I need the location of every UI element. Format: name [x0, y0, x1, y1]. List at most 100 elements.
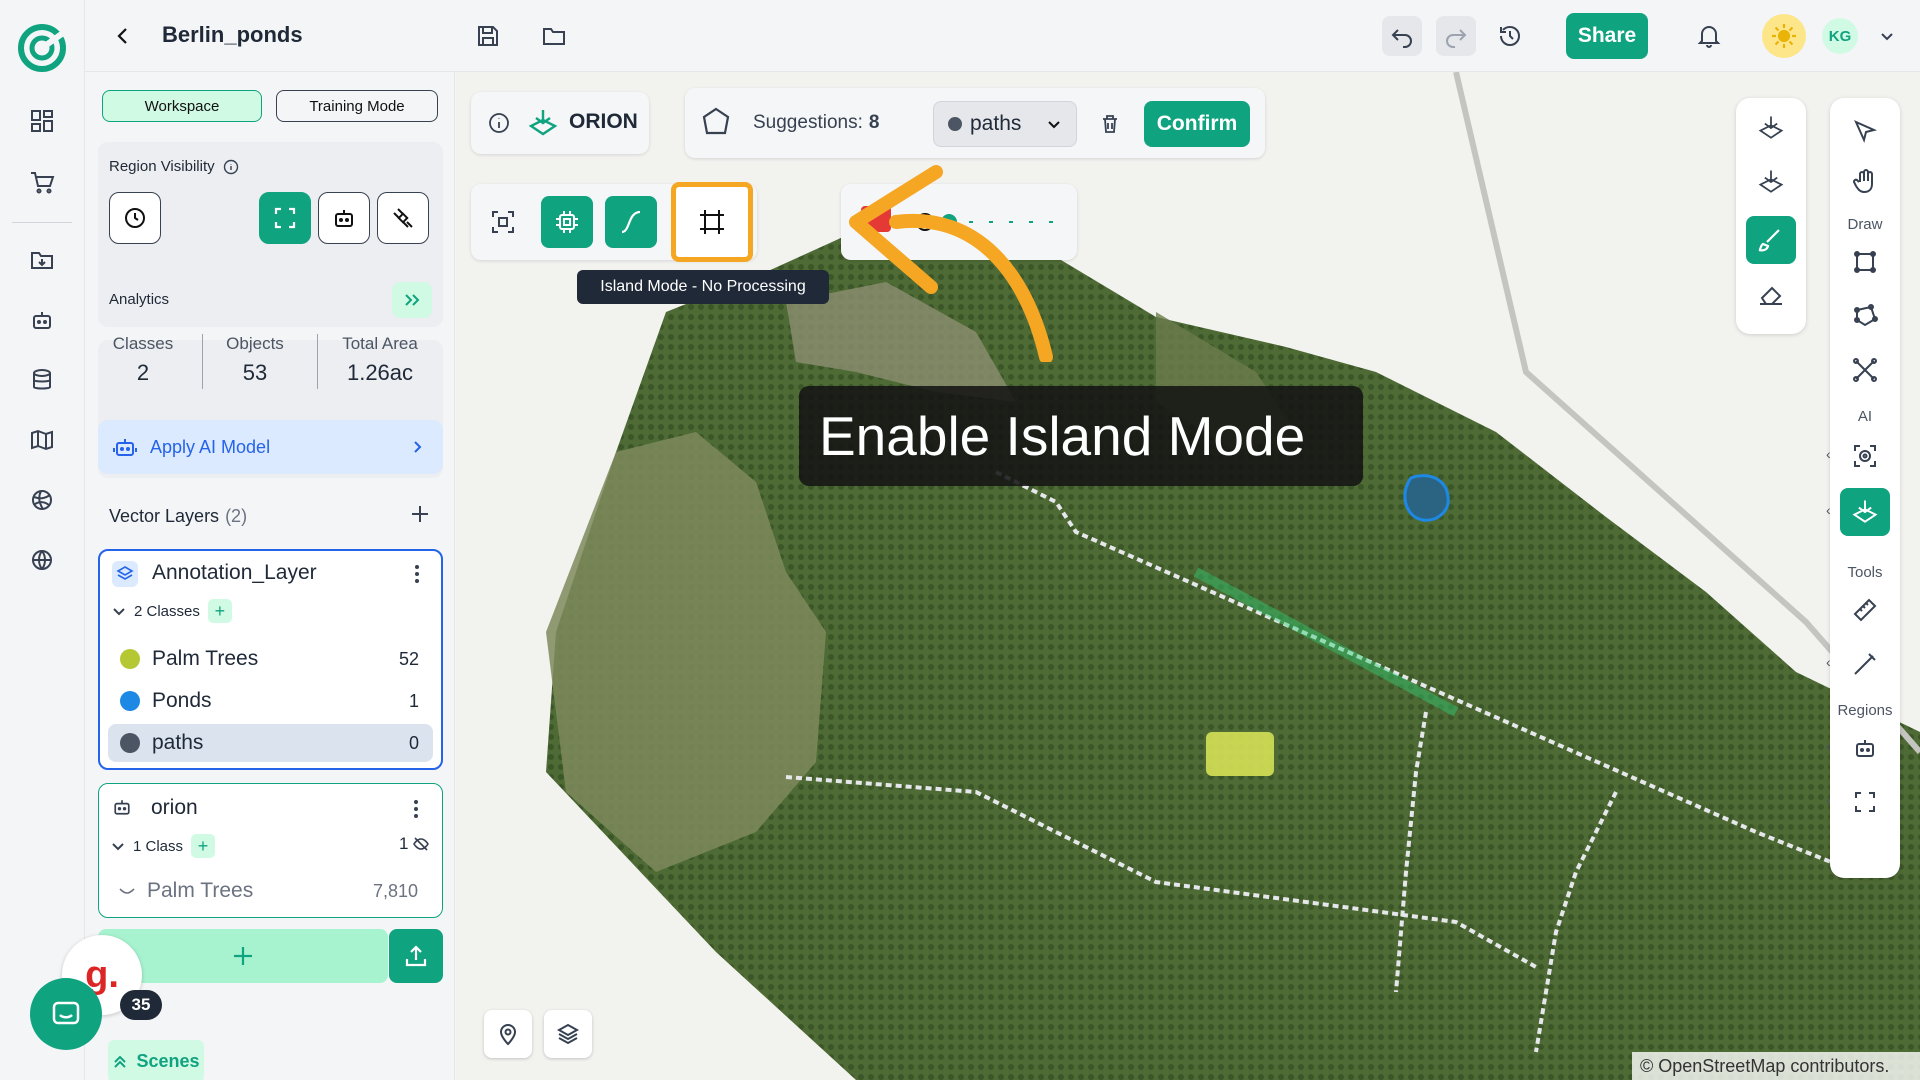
- chevron-left-icon: ‹: [1826, 792, 1831, 808]
- layers-icon: [112, 561, 138, 587]
- classes-label: Classes: [112, 334, 174, 353]
- scenes-label: Scenes: [136, 1050, 200, 1071]
- export-button[interactable]: [389, 929, 443, 983]
- globe-grid-icon[interactable]: [21, 479, 63, 521]
- trash-icon[interactable]: [1090, 101, 1130, 147]
- cpu-icon[interactable]: [541, 196, 593, 248]
- app-logo[interactable]: [16, 22, 68, 74]
- dashboard-icon[interactable]: [21, 100, 63, 142]
- map-icon[interactable]: [21, 419, 63, 461]
- suggestions-label: Suggestions:: [753, 112, 863, 133]
- info-icon[interactable]: [223, 159, 239, 175]
- ruler-icon[interactable]: [1840, 586, 1890, 634]
- ai-detect-icon[interactable]: [1840, 432, 1890, 480]
- map-canvas[interactable]: ORION Suggestions: 8 paths Confirm Islan…: [456, 72, 1920, 1080]
- cart-icon[interactable]: [21, 161, 63, 203]
- classes-toggle[interactable]: 2 Classes +: [112, 599, 232, 623]
- add-layer-icon[interactable]: [408, 502, 432, 526]
- robot-icon[interactable]: [21, 299, 63, 341]
- polygon-draw-icon[interactable]: [1840, 292, 1890, 340]
- hand-icon[interactable]: [1840, 158, 1890, 206]
- cursor-icon[interactable]: [1840, 108, 1890, 156]
- add-class-icon[interactable]: +: [191, 834, 216, 858]
- eraser-icon[interactable]: [1746, 270, 1796, 318]
- share-button[interactable]: Share: [1566, 13, 1648, 59]
- theme-sun-icon[interactable]: [1762, 14, 1806, 58]
- fullscreen-region-button[interactable]: [259, 192, 311, 244]
- layer-name: Annotation_Layer: [152, 561, 317, 584]
- suggestions-panel: Suggestions: 8 paths Confirm: [685, 88, 1265, 158]
- robot-region-icon[interactable]: [1840, 724, 1890, 772]
- bell-icon[interactable]: [1689, 16, 1729, 56]
- folder-icon[interactable]: [534, 16, 574, 56]
- robot-icon: [111, 796, 133, 818]
- satellite-region-button[interactable]: [377, 192, 429, 244]
- class-row-paths[interactable]: paths 0: [108, 724, 433, 762]
- rectangle-draw-icon[interactable]: [1840, 238, 1890, 286]
- globe-icon[interactable]: [21, 539, 63, 581]
- line-tool-icon[interactable]: [1840, 640, 1890, 688]
- fullscreen-region-icon[interactable]: [1840, 778, 1890, 826]
- left-rail: [0, 0, 85, 1080]
- class-color-dot: [120, 691, 140, 711]
- chevron-down-icon: [111, 839, 125, 853]
- class-row-ponds[interactable]: Ponds 1: [108, 682, 433, 720]
- chat-launcher-icon[interactable]: [30, 978, 102, 1050]
- expand-analytics-icon[interactable]: [392, 282, 432, 318]
- classes-toggle[interactable]: 1 Class +: [111, 834, 216, 858]
- orion-auto-icon[interactable]: [1746, 158, 1796, 206]
- robot-icon: [112, 434, 138, 460]
- clock-region-button[interactable]: [109, 192, 161, 244]
- location-pin-icon[interactable]: [484, 1010, 532, 1058]
- brush-icon[interactable]: [1746, 216, 1796, 264]
- class-row-palm-trees[interactable]: Palm Trees 7,810: [107, 872, 432, 910]
- orion-panel: ORION: [471, 92, 649, 154]
- plus-icon: [234, 947, 252, 965]
- avatar[interactable]: KG: [1822, 18, 1858, 54]
- apply-ai-model-button[interactable]: Apply AI Model: [98, 420, 443, 474]
- class-select[interactable]: paths: [933, 101, 1077, 147]
- scenes-button[interactable]: Scenes: [108, 1040, 204, 1080]
- folder-download-icon[interactable]: [21, 239, 63, 281]
- undo-icon[interactable]: [1382, 16, 1422, 56]
- hidden-count[interactable]: 1: [399, 834, 430, 854]
- polygon-icon[interactable]: [699, 106, 733, 140]
- hidden-count-value: 1: [399, 834, 409, 853]
- workspace-mode-button[interactable]: Workspace: [102, 90, 262, 122]
- orion-layer-icon[interactable]: [1746, 104, 1796, 152]
- orion-ai-icon[interactable]: [1840, 488, 1890, 536]
- map-attribution[interactable]: © OpenStreetMap contributors.: [1632, 1052, 1920, 1080]
- classes-count-label: 2 Classes: [134, 602, 200, 620]
- top-header: Berlin_ponds Share KG: [85, 0, 1920, 72]
- orion-layer-card[interactable]: orion 1 Class + 1 Palm Trees 7,810: [98, 783, 443, 918]
- analytics-title: Analytics: [109, 291, 170, 308]
- class-select-value: paths: [970, 112, 1022, 135]
- confirm-button[interactable]: Confirm: [1144, 101, 1250, 147]
- training-mode-button[interactable]: Training Mode: [276, 90, 438, 122]
- kebab-menu-icon[interactable]: [413, 798, 419, 820]
- database-icon[interactable]: [21, 359, 63, 401]
- suggestions-count: Suggestions: 8: [753, 112, 879, 134]
- class-name: Palm Trees: [147, 879, 254, 902]
- chevron-right-icon: [409, 439, 425, 455]
- kebab-menu-icon[interactable]: [414, 563, 420, 585]
- save-icon[interactable]: [468, 16, 508, 56]
- robot-region-button[interactable]: [318, 192, 370, 244]
- back-icon[interactable]: [103, 16, 143, 56]
- curve-icon[interactable]: [605, 196, 657, 248]
- info-icon[interactable]: [487, 111, 511, 135]
- freehand-draw-icon[interactable]: [1840, 346, 1890, 394]
- redo-icon[interactable]: [1436, 16, 1476, 56]
- vector-layers-count: (2): [225, 506, 248, 526]
- chevron-down-icon[interactable]: [1867, 16, 1907, 56]
- class-name: paths: [152, 731, 204, 754]
- history-icon[interactable]: [1490, 16, 1530, 56]
- layers-icon[interactable]: [544, 1010, 592, 1058]
- class-row-palm-trees[interactable]: Palm Trees 52: [108, 640, 433, 678]
- scan-icon[interactable]: [477, 196, 529, 248]
- island-mode-button[interactable]: [671, 182, 753, 262]
- annotation-layer-card[interactable]: Annotation_Layer 2 Classes + Palm Trees …: [98, 549, 443, 770]
- add-class-icon[interactable]: +: [207, 599, 232, 623]
- class-color-dot: [120, 733, 140, 753]
- objects-value: 53: [242, 360, 268, 385]
